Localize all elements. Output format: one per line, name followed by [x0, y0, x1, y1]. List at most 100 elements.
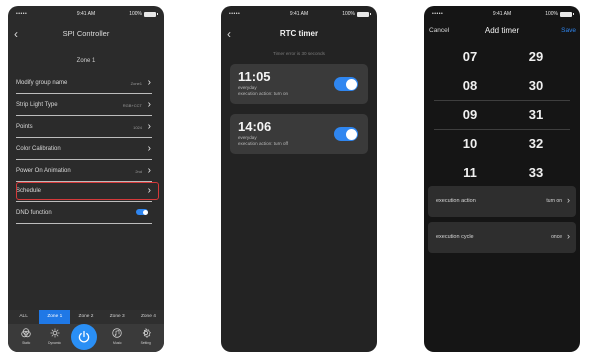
nav-bar: ‹ RTC timer: [221, 22, 377, 46]
nav-label: Setting: [140, 341, 151, 345]
chevron-right-icon: ›: [567, 195, 570, 205]
dnd-toggle[interactable]: [136, 209, 148, 215]
power-icon: [78, 330, 90, 343]
timer-action: execution action: turn on: [238, 91, 289, 96]
menu-item-power-on-animation[interactable]: Power On Animation 2nd ›: [14, 162, 152, 182]
rtc-timer-screen: ••••• 9:41 AM 100% ‹ RTC timer Timer err…: [221, 6, 377, 352]
nav-setting[interactable]: Setting: [134, 324, 158, 345]
chevron-right-icon: ›: [147, 165, 151, 176]
menu-item-strip-light-type[interactable]: Strip Light Type RGB+CCT ›: [14, 96, 152, 116]
divider: [16, 115, 152, 116]
option-value: turn on: [546, 198, 562, 204]
nav-dynamic[interactable]: Dynamic: [43, 324, 67, 345]
divider: [16, 201, 152, 202]
menu-item-value: RGB+CCT: [122, 103, 142, 108]
static-icon: [21, 328, 31, 338]
page-title: RTC timer: [279, 29, 319, 38]
menu-item-label: DND function: [16, 210, 52, 216]
music-icon: [112, 328, 123, 338]
menu-item-modify-group-name[interactable]: Modify group name Zone1 ›: [14, 74, 152, 94]
tab-zone-3[interactable]: Zone 3: [102, 310, 133, 324]
chevron-right-icon: ›: [147, 77, 151, 88]
hour-option[interactable]: 10: [440, 129, 500, 158]
tab-all[interactable]: ALL: [8, 310, 39, 324]
chevron-right-icon: ›: [147, 99, 151, 110]
menu-item-points[interactable]: Points 1024 ›: [14, 118, 152, 138]
menu-item-label: Strip Light Type: [16, 102, 58, 108]
nav-bar: ‹ SPI Controller: [8, 22, 164, 46]
battery-icon: [144, 11, 158, 17]
menu-item-label: Points: [16, 124, 33, 130]
timer-toggle[interactable]: [334, 127, 358, 141]
menu-item-label: Power On Animation: [16, 168, 71, 174]
option-label: execution cycle: [436, 234, 474, 240]
option-label: execution action: [436, 198, 476, 204]
divider: [16, 137, 152, 138]
picker-selection-line: [434, 100, 570, 101]
hour-option[interactable]: 07: [440, 42, 500, 71]
nav-label: Static: [22, 341, 31, 345]
picker-selection-line: [434, 129, 570, 130]
gear-icon: [142, 328, 151, 338]
nav-static[interactable]: Static: [14, 324, 38, 345]
battery-icon: [560, 11, 574, 17]
nav-music[interactable]: Music: [105, 324, 129, 345]
chevron-right-icon: ›: [147, 143, 151, 154]
nav-label: Dynamic: [48, 341, 61, 345]
battery-indicator: 100%: [342, 11, 371, 17]
save-button[interactable]: Save: [561, 27, 576, 34]
tab-zone-4[interactable]: Zone 4: [133, 310, 164, 324]
minute-option[interactable]: 33: [506, 158, 566, 187]
tab-zone-1[interactable]: Zone 1: [39, 310, 71, 324]
dynamic-icon: [50, 328, 60, 338]
menu-item-value: 1024: [133, 125, 142, 130]
hour-option[interactable]: 08: [440, 71, 500, 100]
minute-option-selected[interactable]: 31: [506, 100, 566, 129]
nav-label: Music: [113, 341, 122, 345]
execution-action-row[interactable]: execution action turn on ›: [428, 186, 576, 217]
add-timer-screen: ••••• 9:41 AM 100% Cancel Add timer Save…: [424, 6, 580, 352]
divider: [16, 159, 152, 160]
status-bar: ••••• 9:41 AM 100%: [221, 6, 377, 20]
divider: [16, 223, 152, 224]
divider: [16, 93, 152, 94]
menu-item-dnd-function: DND function: [14, 204, 152, 224]
option-value: once: [551, 234, 562, 240]
timer-days: everyday: [238, 85, 257, 90]
menu-item-color-calibration[interactable]: Color Calibration ›: [14, 140, 152, 160]
hour-picker[interactable]: 07 08 09 10 11: [440, 42, 500, 187]
battery-indicator: 100%: [545, 11, 574, 17]
execution-cycle-row[interactable]: execution cycle once ›: [428, 222, 576, 253]
page-title: Add timer: [484, 26, 520, 35]
minute-option[interactable]: 29: [506, 42, 566, 71]
chevron-right-icon: ›: [567, 231, 570, 241]
minute-picker[interactable]: 29 30 31 32 33: [506, 42, 566, 187]
battery-icon: [357, 11, 371, 17]
page-title: SPI Controller: [62, 29, 110, 38]
timer-time: 11:05: [238, 69, 271, 84]
menu-item-label: Color Calibration: [16, 146, 61, 152]
minute-option[interactable]: 30: [506, 71, 566, 100]
battery-percent: 100%: [129, 11, 142, 17]
minute-option[interactable]: 32: [506, 129, 566, 158]
timer-card[interactable]: 14:06 everyday execution action: turn of…: [230, 114, 368, 154]
hour-option-selected[interactable]: 09: [440, 100, 500, 129]
timer-action: execution action: turn off: [238, 141, 288, 146]
chevron-right-icon: ›: [147, 121, 151, 132]
spi-controller-screen: ••••• 9:41 AM 100% ‹ SPI Controller Zone…: [8, 6, 164, 352]
nav-bar: Cancel Add timer Save: [424, 22, 580, 42]
tab-zone-2[interactable]: Zone 2: [70, 310, 101, 324]
schedule-highlight-box: [16, 182, 159, 200]
timer-card[interactable]: 11:05 everyday execution action: turn on: [230, 64, 368, 104]
zone-tab-bar: ALL Zone 1 Zone 2 Zone 3 Zone 4: [8, 310, 164, 324]
battery-percent: 100%: [545, 11, 558, 17]
battery-indicator: 100%: [129, 11, 158, 17]
timer-time: 14:06: [238, 119, 272, 134]
status-bar: ••••• 9:41 AM 100%: [8, 6, 164, 20]
hour-option[interactable]: 11: [440, 158, 500, 187]
power-button[interactable]: [71, 324, 97, 350]
menu-item-value: 2nd: [135, 169, 142, 174]
menu-item-value: Zone1: [130, 81, 142, 86]
timer-toggle[interactable]: [334, 77, 358, 91]
timer-error-note: Timer error is 30 seconds: [273, 51, 325, 56]
